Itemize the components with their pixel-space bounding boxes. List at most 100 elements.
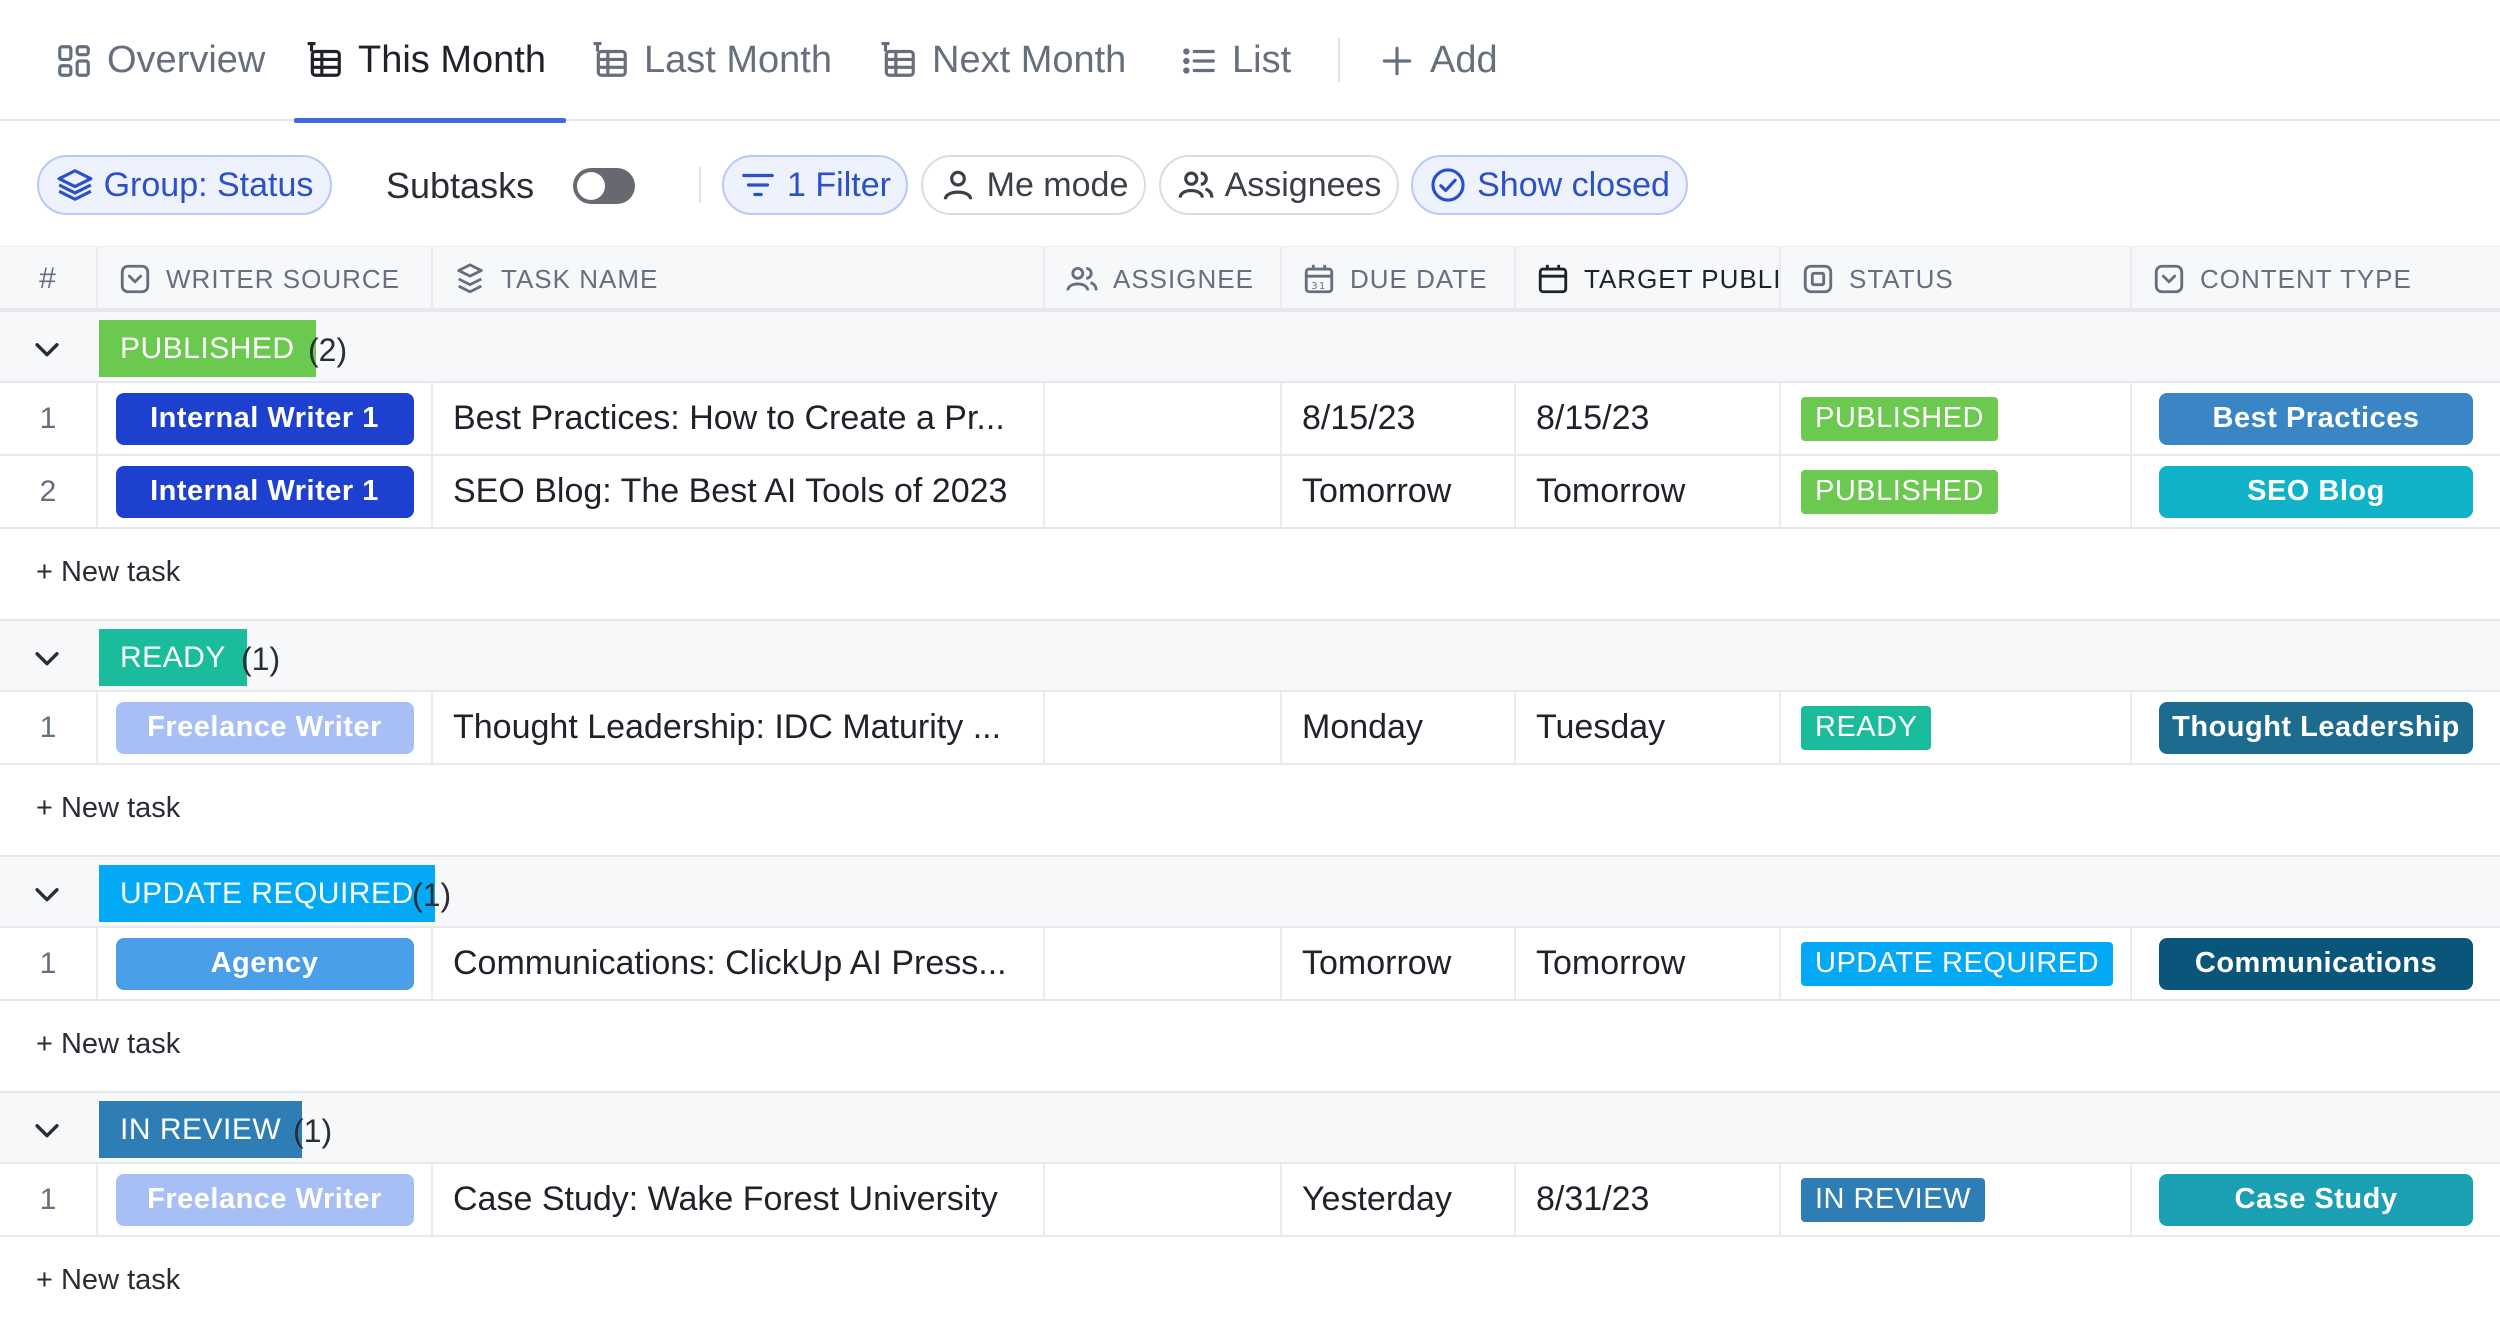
group-status-badge[interactable]: READY	[99, 629, 247, 686]
column-task-name[interactable]: TASK NAME	[433, 247, 1045, 311]
tab-next-month[interactable]: Next Month	[880, 0, 1126, 121]
table-row[interactable]: 1 Internal Writer 1 Best Practices: How …	[0, 383, 2500, 456]
task-stack-icon	[457, 263, 483, 294]
status-tag[interactable]: PUBLISHED	[1801, 469, 1998, 514]
content-type-cell: SEO Blog	[2132, 456, 2500, 527]
content-type-tag[interactable]: Thought Leadership	[2159, 701, 2473, 754]
add-view-button[interactable]: Add	[1378, 0, 1498, 121]
assignee-cell[interactable]	[1045, 456, 1282, 527]
group-count: (1)	[412, 877, 452, 913]
assignee-cell[interactable]	[1045, 383, 1282, 454]
target-publish-date[interactable]: Tomorrow	[1516, 456, 1781, 527]
assignee-cell[interactable]	[1045, 1164, 1282, 1235]
tab-list[interactable]: List	[1180, 0, 1291, 121]
show-closed-button[interactable]: Show closed	[1411, 155, 1688, 215]
group-by-button[interactable]: Group: Status	[37, 155, 332, 215]
subtasks-toggle[interactable]	[573, 168, 635, 204]
due-date[interactable]: Monday	[1282, 692, 1516, 763]
writer-source-tag[interactable]: Freelance Writer	[115, 701, 414, 754]
due-date[interactable]: 8/15/23	[1282, 383, 1516, 454]
target-publish-date[interactable]: Tuesday	[1516, 692, 1781, 763]
due-date[interactable]: Tomorrow	[1282, 456, 1516, 527]
tab-last-month[interactable]: Last Month	[592, 0, 832, 121]
table-header: # WRITER SOURCE TASK NAME ASSIGNEE 31 DU…	[0, 246, 2500, 311]
group-header-in-review: IN REVIEW (1)	[0, 1091, 2500, 1164]
target-publish-date[interactable]: Tomorrow	[1516, 928, 1781, 999]
row-number: 1	[0, 1164, 98, 1235]
tab-label: Overview	[107, 39, 266, 81]
group-header-ready: READY (1)	[0, 619, 2500, 692]
writer-source-cell: Internal Writer 1	[98, 456, 433, 527]
table-row[interactable]: 1 Freelance Writer Case Study: Wake Fore…	[0, 1164, 2500, 1237]
dashboard-icon	[58, 44, 90, 77]
status-tag[interactable]: UPDATE REQUIRED	[1801, 941, 2114, 986]
task-name[interactable]: Thought Leadership: IDC Maturity ...	[433, 692, 1045, 763]
task-name[interactable]: SEO Blog: The Best AI Tools of 2023	[433, 456, 1045, 527]
group-status-badge[interactable]: IN REVIEW	[99, 1101, 303, 1158]
writer-source-cell: Agency	[98, 928, 433, 999]
writer-source-tag[interactable]: Internal Writer 1	[115, 392, 414, 445]
writer-source-tag[interactable]: Internal Writer 1	[115, 465, 414, 518]
group-status-badge[interactable]: PUBLISHED	[99, 320, 316, 377]
me-mode-button[interactable]: Me mode	[921, 155, 1146, 215]
chevron-down-icon[interactable]	[30, 877, 64, 911]
content-type-tag[interactable]: SEO Blog	[2159, 465, 2473, 518]
writer-source-tag[interactable]: Agency	[115, 937, 414, 990]
target-publish-date[interactable]: 8/15/23	[1516, 383, 1781, 454]
filter-icon	[742, 173, 774, 197]
svg-text:31: 31	[1311, 281, 1326, 292]
column-status[interactable]: STATUS	[1781, 247, 2132, 311]
column-writer-source[interactable]: WRITER SOURCE	[98, 247, 433, 311]
toolbar-divider	[699, 167, 701, 203]
calendar-icon	[1538, 264, 1568, 294]
table-row[interactable]: 1 Freelance Writer Thought Leadership: I…	[0, 692, 2500, 765]
status-tag[interactable]: IN REVIEW	[1801, 1177, 1985, 1222]
group-status-badge[interactable]: UPDATE REQUIRED	[99, 865, 435, 922]
users-icon	[1066, 266, 1098, 291]
group-count: (2)	[308, 332, 348, 368]
tab-label: This Month	[358, 39, 546, 81]
filter-button[interactable]: 1 Filter	[722, 155, 908, 215]
status-tag[interactable]: PUBLISHED	[1801, 396, 1998, 441]
content-type-cell: Case Study	[2132, 1164, 2500, 1235]
column-target-publish[interactable]: TARGET PUBLI	[1516, 247, 1781, 311]
status-tag[interactable]: READY	[1801, 705, 1932, 750]
target-publish-date[interactable]: 8/31/23	[1516, 1164, 1781, 1235]
new-task-button[interactable]: + New task	[36, 556, 180, 589]
content-type-tag[interactable]: Case Study	[2159, 1173, 2473, 1226]
table-row[interactable]: 1 Agency Communications: ClickUp AI Pres…	[0, 928, 2500, 1001]
tab-label: List	[1232, 39, 1292, 81]
column-assignee[interactable]: ASSIGNEE	[1045, 247, 1282, 311]
chevron-down-icon[interactable]	[30, 332, 64, 366]
assignees-button[interactable]: Assignees	[1159, 155, 1399, 215]
tab-this-month[interactable]: This Month	[294, 0, 566, 123]
table-row[interactable]: 2 Internal Writer 1 SEO Blog: The Best A…	[0, 456, 2500, 529]
due-date[interactable]: Tomorrow	[1282, 928, 1516, 999]
due-date[interactable]: Yesterday	[1282, 1164, 1516, 1235]
task-name[interactable]: Best Practices: How to Create a Pr...	[433, 383, 1045, 454]
content-type-tag[interactable]: Best Practices	[2159, 392, 2473, 445]
new-task-button[interactable]: + New task	[36, 792, 180, 825]
users-icon	[1178, 171, 1213, 199]
column-content-type[interactable]: CONTENT TYPE	[2132, 247, 2500, 311]
content-type-cell: Thought Leadership	[2132, 692, 2500, 763]
content-type-tag[interactable]: Communications	[2159, 937, 2473, 990]
task-name[interactable]: Case Study: Wake Forest University	[433, 1164, 1045, 1235]
assignees-label: Assignees	[1224, 165, 1382, 204]
filter-label: 1 Filter	[787, 165, 891, 204]
chevron-down-icon[interactable]	[30, 1113, 64, 1147]
new-task-button[interactable]: + New task	[36, 1264, 180, 1297]
show-closed-label: Show closed	[1477, 165, 1670, 204]
calendar-icon: 31	[1304, 264, 1334, 294]
task-name[interactable]: Communications: ClickUp AI Press...	[433, 928, 1045, 999]
assignee-cell[interactable]	[1045, 692, 1282, 763]
new-task-button[interactable]: + New task	[36, 1028, 180, 1061]
chevron-down-icon[interactable]	[30, 641, 64, 675]
writer-source-tag[interactable]: Freelance Writer	[115, 1173, 414, 1226]
pinned-table-icon	[593, 41, 627, 77]
tab-overview[interactable]: Overview	[55, 0, 265, 121]
column-due-date[interactable]: 31 DUE DATE	[1282, 247, 1516, 311]
assignee-cell[interactable]	[1045, 928, 1282, 999]
toolbar: Group: Status Subtasks 1 Filter Me mode …	[0, 121, 2500, 246]
tab-divider	[1338, 38, 1340, 82]
